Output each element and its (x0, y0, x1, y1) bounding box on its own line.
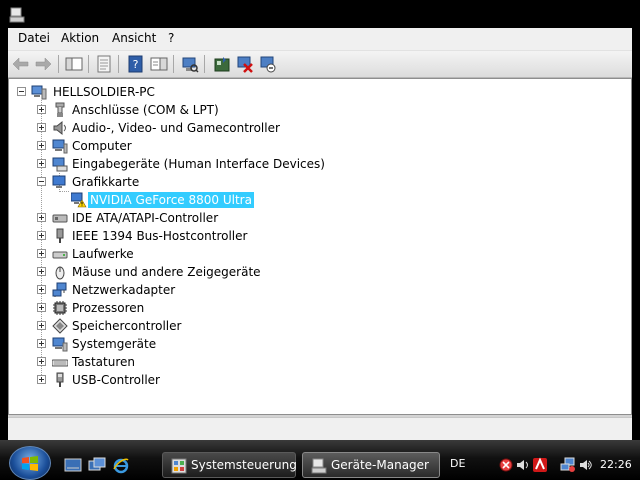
expand-toggle[interactable] (37, 321, 46, 330)
port-icon (55, 102, 65, 117)
expand-toggle[interactable] (37, 357, 46, 366)
expand-toggle[interactable] (37, 249, 46, 258)
taskbar-button-systemsteuerung[interactable]: Systemsteuerung (162, 452, 297, 478)
tree-item-grafikkarte[interactable]: Grafikkarte (9, 173, 609, 191)
device-manager-icon (311, 458, 327, 474)
update-driver-icon[interactable] (213, 55, 231, 73)
tree-item-prozessoren[interactable]: Prozessoren (9, 299, 609, 317)
device-tree[interactable]: HELLSOLDIER-PC Anschlüsse (COM & LPT) Au… (8, 78, 632, 415)
taskbar-button-geraete-manager[interactable]: Geräte-Manager (302, 452, 440, 478)
expand-toggle[interactable] (37, 285, 46, 294)
control-panel-icon (171, 458, 187, 474)
collapse-toggle-root[interactable] (17, 87, 26, 96)
hid-icon (52, 157, 68, 172)
clock[interactable]: 22:26 (600, 458, 632, 471)
speaker-icon (53, 120, 66, 136)
expand-toggle[interactable] (37, 159, 46, 168)
menu-datei[interactable]: Datei (18, 31, 50, 45)
menu-aktion[interactable]: Aktion (61, 31, 99, 45)
network-status-icon[interactable] (560, 457, 576, 473)
volume-icon[interactable] (515, 457, 531, 473)
tree-item-tastaturen[interactable]: Tastaturen (9, 353, 609, 371)
back-arrow-icon[interactable] (12, 55, 30, 73)
storage-controller-icon (52, 318, 68, 334)
ide-icon (52, 214, 68, 223)
expand-toggle[interactable] (37, 267, 46, 276)
title-bar (0, 0, 640, 28)
tree-root-row[interactable]: HELLSOLDIER-PC (9, 83, 609, 101)
device-manager-icon (9, 7, 25, 23)
uninstall-device-icon[interactable] (236, 55, 254, 73)
svg-text:?: ? (133, 58, 139, 71)
windows-logo-icon (22, 456, 38, 471)
menu-help[interactable]: ? (168, 31, 174, 45)
tree-item-laufwerke[interactable]: Laufwerke (9, 245, 609, 263)
toolbar: ? (8, 51, 632, 78)
network-icon (52, 282, 67, 297)
language-indicator[interactable]: DE (450, 457, 465, 470)
tree-item-anschluesse[interactable]: Anschlüsse (COM & LPT) (9, 101, 609, 119)
speaker-tray-icon[interactable] (578, 457, 594, 473)
status-bar (8, 417, 632, 441)
computer-icon (52, 139, 68, 154)
tree-item-eingabegeraete[interactable]: Eingabegeräte (Human Interface Devices) (9, 155, 609, 173)
system-device-icon (52, 337, 68, 352)
tree-item-ieee1394[interactable]: IEEE 1394 Bus-Hostcontroller (9, 227, 609, 245)
usb-icon (56, 372, 64, 387)
firewire-icon (56, 228, 64, 243)
show-hide-console-tree-icon[interactable] (65, 55, 83, 73)
drive-icon (52, 251, 68, 259)
tree-item-maeuse[interactable]: Mäuse und andere Zeigegeräte (9, 263, 609, 281)
security-alert-icon[interactable] (498, 457, 514, 473)
computer-root-icon (31, 85, 47, 100)
device-manager-window: Datei Aktion Ansicht ? ? HELLSOLDIER-PC (8, 28, 632, 441)
expand-toggle[interactable] (37, 105, 46, 114)
start-button[interactable] (9, 446, 51, 480)
display-adapter-icon (52, 175, 66, 188)
tree-root-label: HELLSOLDIER-PC (53, 85, 155, 99)
help-icon[interactable]: ? (127, 55, 145, 73)
display-warning-icon (71, 192, 87, 208)
expand-toggle[interactable] (37, 213, 46, 222)
internet-explorer-icon[interactable] (112, 456, 130, 474)
selected-device-label: NVIDIA GeForce 8800 Ultra (88, 192, 254, 208)
expand-toggle[interactable] (37, 339, 46, 348)
expand-toggle[interactable] (37, 303, 46, 312)
collapse-toggle[interactable] (37, 177, 46, 186)
scan-hardware-changes-icon[interactable] (181, 55, 199, 73)
tree-item-systemgeraete[interactable]: Systemgeräte (9, 335, 609, 353)
expand-toggle[interactable] (37, 123, 46, 132)
tree-item-netzwerkadapter[interactable]: Netzwerkadapter (9, 281, 609, 299)
keyboard-icon (52, 359, 68, 367)
switch-windows-icon[interactable] (88, 456, 106, 474)
show-action-pane-icon[interactable] (150, 55, 168, 73)
expand-toggle[interactable] (37, 141, 46, 150)
tree-item-ide[interactable]: IDE ATA/ATAPI-Controller (9, 209, 609, 227)
expand-toggle[interactable] (37, 375, 46, 384)
antivirus-icon[interactable] (532, 457, 548, 473)
tree-item-speichercontroller[interactable]: Speichercontroller (9, 317, 609, 335)
expand-toggle[interactable] (37, 231, 46, 240)
menu-ansicht[interactable]: Ansicht (112, 31, 156, 45)
tree-item-audio[interactable]: Audio-, Video- und Gamecontroller (9, 119, 609, 137)
disable-device-icon[interactable] (259, 55, 277, 73)
show-desktop-icon[interactable] (64, 456, 82, 474)
mouse-icon (55, 266, 65, 280)
tree-item-computer[interactable]: Computer (9, 137, 609, 155)
tree-item-nvidia-geforce[interactable]: NVIDIA GeForce 8800 Ultra (9, 191, 609, 209)
cpu-icon (53, 301, 67, 315)
tree-item-usb-controller[interactable]: USB-Controller (9, 371, 609, 389)
properties-page-icon[interactable] (95, 55, 113, 73)
menu-bar: Datei Aktion Ansicht ? (8, 28, 632, 51)
forward-arrow-icon[interactable] (34, 55, 52, 73)
